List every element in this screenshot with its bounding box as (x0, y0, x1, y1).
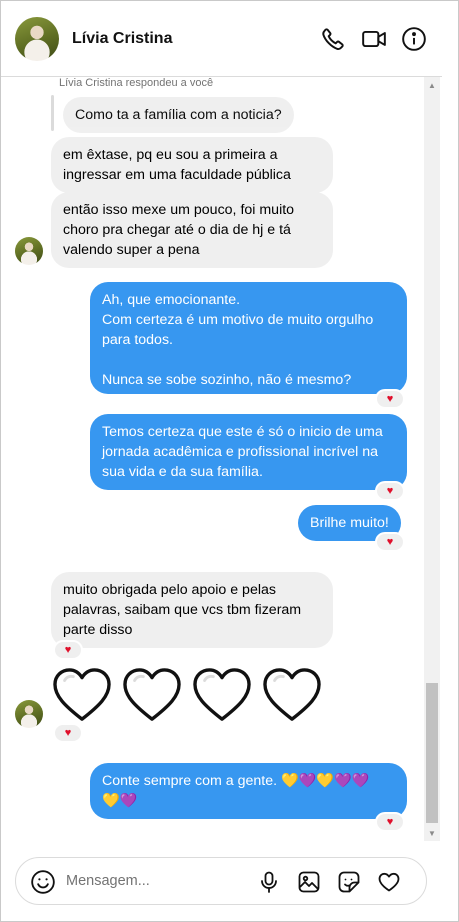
message-input[interactable] (66, 866, 256, 896)
contact-avatar-small (15, 700, 43, 728)
reaction-heart[interactable]: ♥ (375, 532, 405, 552)
heart-icon[interactable] (376, 869, 402, 895)
reaction-heart[interactable]: ♥ (375, 481, 405, 501)
white-heart-icon (123, 668, 181, 721)
reaction-heart[interactable]: ♥ (53, 640, 83, 660)
message-bubble-outgoing[interactable]: Ah, que emocionante. Com certeza é um mo… (90, 282, 407, 394)
message-bubble-incoming[interactable]: em êxtase, pq eu sou a primeira a ingres… (51, 137, 333, 193)
sticker-icon[interactable] (336, 869, 362, 895)
reaction-heart[interactable]: ♥ (375, 389, 405, 409)
message-bubble-incoming[interactable]: então isso mexe um pouco, foi muito chor… (51, 192, 333, 268)
dm-window: Lívia Cristina Lívia Cristina respondeu … (0, 0, 459, 922)
hearts-message[interactable] (51, 667, 323, 723)
white-heart-icon (53, 668, 111, 721)
contact-avatar-small (15, 237, 43, 265)
contact-avatar[interactable] (15, 17, 59, 61)
scrollbar-thumb[interactable] (426, 683, 438, 823)
emoji-icon[interactable] (30, 869, 56, 895)
image-icon[interactable] (296, 869, 322, 895)
reply-indicator-bar (51, 95, 54, 131)
chat-header: Lívia Cristina (1, 1, 442, 77)
microphone-icon[interactable] (256, 869, 282, 895)
reaction-heart[interactable]: ♥ (53, 723, 83, 743)
phone-icon[interactable] (320, 26, 346, 52)
white-heart-icon (263, 668, 321, 721)
quoted-message[interactable]: Como ta a família com a noticia? (63, 97, 294, 133)
video-camera-icon[interactable] (361, 26, 387, 52)
message-thread[interactable]: Lívia Cristina respondeu a você Como ta … (1, 77, 442, 841)
white-heart-icon (193, 668, 251, 721)
scrollbar[interactable]: ▲ ▼ (424, 77, 440, 841)
message-bubble-incoming[interactable]: muito obrigada pelo apoio e pelas palavr… (51, 572, 333, 648)
message-composer (15, 857, 427, 905)
message-bubble-outgoing[interactable]: Conte sempre com a gente. 💛💜💛💜💜 💛💜 (90, 763, 407, 819)
scroll-up-arrow-icon[interactable]: ▲ (424, 79, 440, 91)
scroll-down-arrow-icon[interactable]: ▼ (424, 827, 440, 839)
reply-note: Lívia Cristina respondeu a você (59, 77, 214, 89)
message-bubble-outgoing[interactable]: Temos certeza que este é só o inicio de … (90, 414, 407, 490)
reaction-heart[interactable]: ♥ (375, 812, 405, 832)
contact-name[interactable]: Lívia Cristina (72, 30, 172, 48)
info-icon[interactable] (401, 26, 427, 52)
